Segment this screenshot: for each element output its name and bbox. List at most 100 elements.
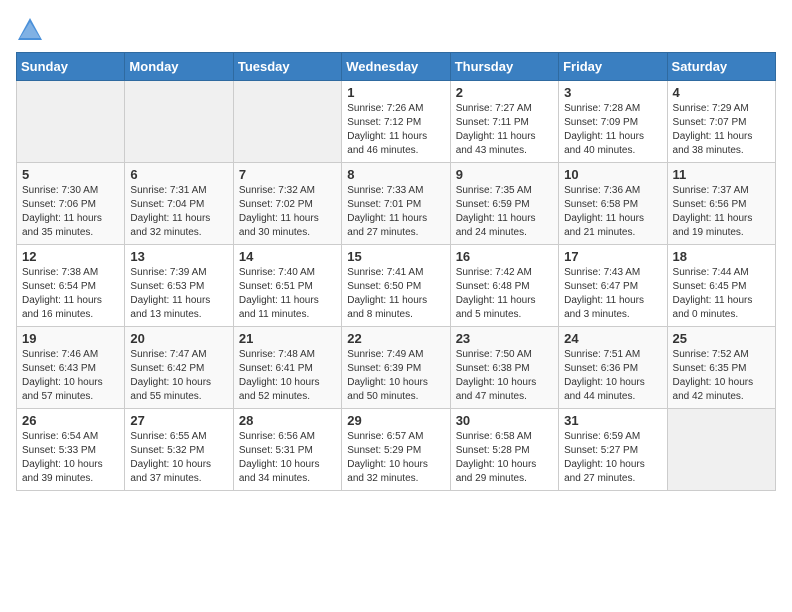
day-info: Sunrise: 6:59 AM Sunset: 5:27 PM Dayligh… bbox=[564, 430, 661, 486]
calendar-cell: 28 Sunrise: 6:56 AM Sunset: 5:31 PM Dayli… bbox=[233, 409, 341, 491]
day-info: Sunrise: 7:49 AM Sunset: 6:39 PM Dayligh… bbox=[347, 348, 444, 404]
calendar-cell: 30 Sunrise: 6:58 AM Sunset: 5:28 PM Dayli… bbox=[450, 409, 558, 491]
day-info: Sunrise: 6:55 AM Sunset: 5:32 PM Dayligh… bbox=[130, 430, 227, 486]
calendar-cell: 6 Sunrise: 7:31 AM Sunset: 7:04 PM Daylig… bbox=[125, 163, 233, 245]
day-number: 8 bbox=[347, 167, 444, 182]
day-number: 20 bbox=[130, 331, 227, 346]
calendar-week-row: 1 Sunrise: 7:26 AM Sunset: 7:12 PM Daylig… bbox=[17, 81, 776, 163]
day-number: 18 bbox=[673, 249, 770, 264]
calendar-cell bbox=[17, 81, 125, 163]
day-info: Sunrise: 7:26 AM Sunset: 7:12 PM Dayligh… bbox=[347, 102, 444, 158]
day-info: Sunrise: 6:56 AM Sunset: 5:31 PM Dayligh… bbox=[239, 430, 336, 486]
day-info: Sunrise: 6:58 AM Sunset: 5:28 PM Dayligh… bbox=[456, 430, 553, 486]
calendar-cell: 19 Sunrise: 7:46 AM Sunset: 6:43 PM Dayli… bbox=[17, 327, 125, 409]
day-number: 12 bbox=[22, 249, 119, 264]
day-number: 23 bbox=[456, 331, 553, 346]
day-info: Sunrise: 7:51 AM Sunset: 6:36 PM Dayligh… bbox=[564, 348, 661, 404]
day-of-week-header: Sunday bbox=[17, 53, 125, 81]
day-info: Sunrise: 7:28 AM Sunset: 7:09 PM Dayligh… bbox=[564, 102, 661, 158]
day-of-week-header: Thursday bbox=[450, 53, 558, 81]
calendar-cell: 17Sunrise: 7:43 AM Sunset: 6:47 PM Dayli… bbox=[559, 245, 667, 327]
day-info: Sunrise: 7:42 AM Sunset: 6:48 PM Dayligh… bbox=[456, 266, 553, 322]
calendar-cell: 21Sunrise: 7:48 AM Sunset: 6:41 PM Dayli… bbox=[233, 327, 341, 409]
calendar-cell: 24 Sunrise: 7:51 AM Sunset: 6:36 PM Dayli… bbox=[559, 327, 667, 409]
day-info: Sunrise: 7:35 AM Sunset: 6:59 PM Dayligh… bbox=[456, 184, 553, 240]
day-number: 11 bbox=[673, 167, 770, 182]
calendar-week-row: 5Sunrise: 7:30 AM Sunset: 7:06 PM Daylig… bbox=[17, 163, 776, 245]
day-number: 3 bbox=[564, 85, 661, 100]
calendar-cell: 8Sunrise: 7:33 AM Sunset: 7:01 PM Daylig… bbox=[342, 163, 450, 245]
calendar-cell: 4 Sunrise: 7:29 AM Sunset: 7:07 PM Daylig… bbox=[667, 81, 775, 163]
day-number: 10 bbox=[564, 167, 661, 182]
day-number: 13 bbox=[130, 249, 227, 264]
calendar-cell: 3 Sunrise: 7:28 AM Sunset: 7:09 PM Daylig… bbox=[559, 81, 667, 163]
day-number: 25 bbox=[673, 331, 770, 346]
calendar-cell: 23 Sunrise: 7:50 AM Sunset: 6:38 PM Dayli… bbox=[450, 327, 558, 409]
day-info: Sunrise: 7:30 AM Sunset: 7:06 PM Dayligh… bbox=[22, 184, 119, 240]
calendar-cell: 13 Sunrise: 7:39 AM Sunset: 6:53 PM Dayli… bbox=[125, 245, 233, 327]
day-number: 22 bbox=[347, 331, 444, 346]
day-number: 9 bbox=[456, 167, 553, 182]
logo-icon bbox=[16, 16, 44, 44]
calendar-cell: 14 Sunrise: 7:40 AM Sunset: 6:51 PM Dayli… bbox=[233, 245, 341, 327]
day-of-week-header: Saturday bbox=[667, 53, 775, 81]
day-info: Sunrise: 7:36 AM Sunset: 6:58 PM Dayligh… bbox=[564, 184, 661, 240]
day-number: 28 bbox=[239, 413, 336, 428]
day-info: Sunrise: 7:31 AM Sunset: 7:04 PM Dayligh… bbox=[130, 184, 227, 240]
calendar-cell: 2 Sunrise: 7:27 AM Sunset: 7:11 PM Daylig… bbox=[450, 81, 558, 163]
calendar-cell bbox=[125, 81, 233, 163]
day-number: 2 bbox=[456, 85, 553, 100]
day-info: Sunrise: 7:39 AM Sunset: 6:53 PM Dayligh… bbox=[130, 266, 227, 322]
calendar-week-row: 26 Sunrise: 6:54 AM Sunset: 5:33 PM Dayli… bbox=[17, 409, 776, 491]
day-info: Sunrise: 6:54 AM Sunset: 5:33 PM Dayligh… bbox=[22, 430, 119, 486]
calendar-cell: 15Sunrise: 7:41 AM Sunset: 6:50 PM Dayli… bbox=[342, 245, 450, 327]
day-info: Sunrise: 6:57 AM Sunset: 5:29 PM Dayligh… bbox=[347, 430, 444, 486]
day-info: Sunrise: 7:32 AM Sunset: 7:02 PM Dayligh… bbox=[239, 184, 336, 240]
calendar-cell: 26 Sunrise: 6:54 AM Sunset: 5:33 PM Dayli… bbox=[17, 409, 125, 491]
calendar-cell: 5Sunrise: 7:30 AM Sunset: 7:06 PM Daylig… bbox=[17, 163, 125, 245]
day-info: Sunrise: 7:46 AM Sunset: 6:43 PM Dayligh… bbox=[22, 348, 119, 404]
page-header bbox=[16, 16, 776, 44]
day-info: Sunrise: 7:41 AM Sunset: 6:50 PM Dayligh… bbox=[347, 266, 444, 322]
calendar-table: SundayMondayTuesdayWednesdayThursdayFrid… bbox=[16, 52, 776, 491]
calendar-cell bbox=[667, 409, 775, 491]
calendar-cell: 12 Sunrise: 7:38 AM Sunset: 6:54 PM Dayli… bbox=[17, 245, 125, 327]
calendar-cell: 20 Sunrise: 7:47 AM Sunset: 6:42 PM Dayli… bbox=[125, 327, 233, 409]
day-info: Sunrise: 7:48 AM Sunset: 6:41 PM Dayligh… bbox=[239, 348, 336, 404]
day-info: Sunrise: 7:44 AM Sunset: 6:45 PM Dayligh… bbox=[673, 266, 770, 322]
calendar-header-row: SundayMondayTuesdayWednesdayThursdayFrid… bbox=[17, 53, 776, 81]
day-number: 14 bbox=[239, 249, 336, 264]
day-info: Sunrise: 7:38 AM Sunset: 6:54 PM Dayligh… bbox=[22, 266, 119, 322]
day-of-week-header: Tuesday bbox=[233, 53, 341, 81]
day-info: Sunrise: 7:47 AM Sunset: 6:42 PM Dayligh… bbox=[130, 348, 227, 404]
calendar-cell: 11 Sunrise: 7:37 AM Sunset: 6:56 PM Dayli… bbox=[667, 163, 775, 245]
day-of-week-header: Monday bbox=[125, 53, 233, 81]
day-info: Sunrise: 7:50 AM Sunset: 6:38 PM Dayligh… bbox=[456, 348, 553, 404]
calendar-cell: 1 Sunrise: 7:26 AM Sunset: 7:12 PM Daylig… bbox=[342, 81, 450, 163]
day-number: 16 bbox=[456, 249, 553, 264]
calendar-cell: 18 Sunrise: 7:44 AM Sunset: 6:45 PM Dayli… bbox=[667, 245, 775, 327]
day-number: 30 bbox=[456, 413, 553, 428]
day-number: 31 bbox=[564, 413, 661, 428]
day-of-week-header: Friday bbox=[559, 53, 667, 81]
day-number: 24 bbox=[564, 331, 661, 346]
day-info: Sunrise: 7:37 AM Sunset: 6:56 PM Dayligh… bbox=[673, 184, 770, 240]
calendar-cell: 9 Sunrise: 7:35 AM Sunset: 6:59 PM Daylig… bbox=[450, 163, 558, 245]
day-number: 1 bbox=[347, 85, 444, 100]
day-info: Sunrise: 7:40 AM Sunset: 6:51 PM Dayligh… bbox=[239, 266, 336, 322]
day-info: Sunrise: 7:52 AM Sunset: 6:35 PM Dayligh… bbox=[673, 348, 770, 404]
day-number: 4 bbox=[673, 85, 770, 100]
calendar-cell: 29Sunrise: 6:57 AM Sunset: 5:29 PM Dayli… bbox=[342, 409, 450, 491]
day-info: Sunrise: 7:27 AM Sunset: 7:11 PM Dayligh… bbox=[456, 102, 553, 158]
day-number: 6 bbox=[130, 167, 227, 182]
day-number: 7 bbox=[239, 167, 336, 182]
calendar-cell: 25 Sunrise: 7:52 AM Sunset: 6:35 PM Dayli… bbox=[667, 327, 775, 409]
logo bbox=[16, 16, 48, 44]
calendar-cell: 7 Sunrise: 7:32 AM Sunset: 7:02 PM Daylig… bbox=[233, 163, 341, 245]
day-number: 26 bbox=[22, 413, 119, 428]
calendar-cell: 31 Sunrise: 6:59 AM Sunset: 5:27 PM Dayli… bbox=[559, 409, 667, 491]
day-number: 27 bbox=[130, 413, 227, 428]
day-number: 19 bbox=[22, 331, 119, 346]
calendar-cell bbox=[233, 81, 341, 163]
day-info: Sunrise: 7:29 AM Sunset: 7:07 PM Dayligh… bbox=[673, 102, 770, 158]
